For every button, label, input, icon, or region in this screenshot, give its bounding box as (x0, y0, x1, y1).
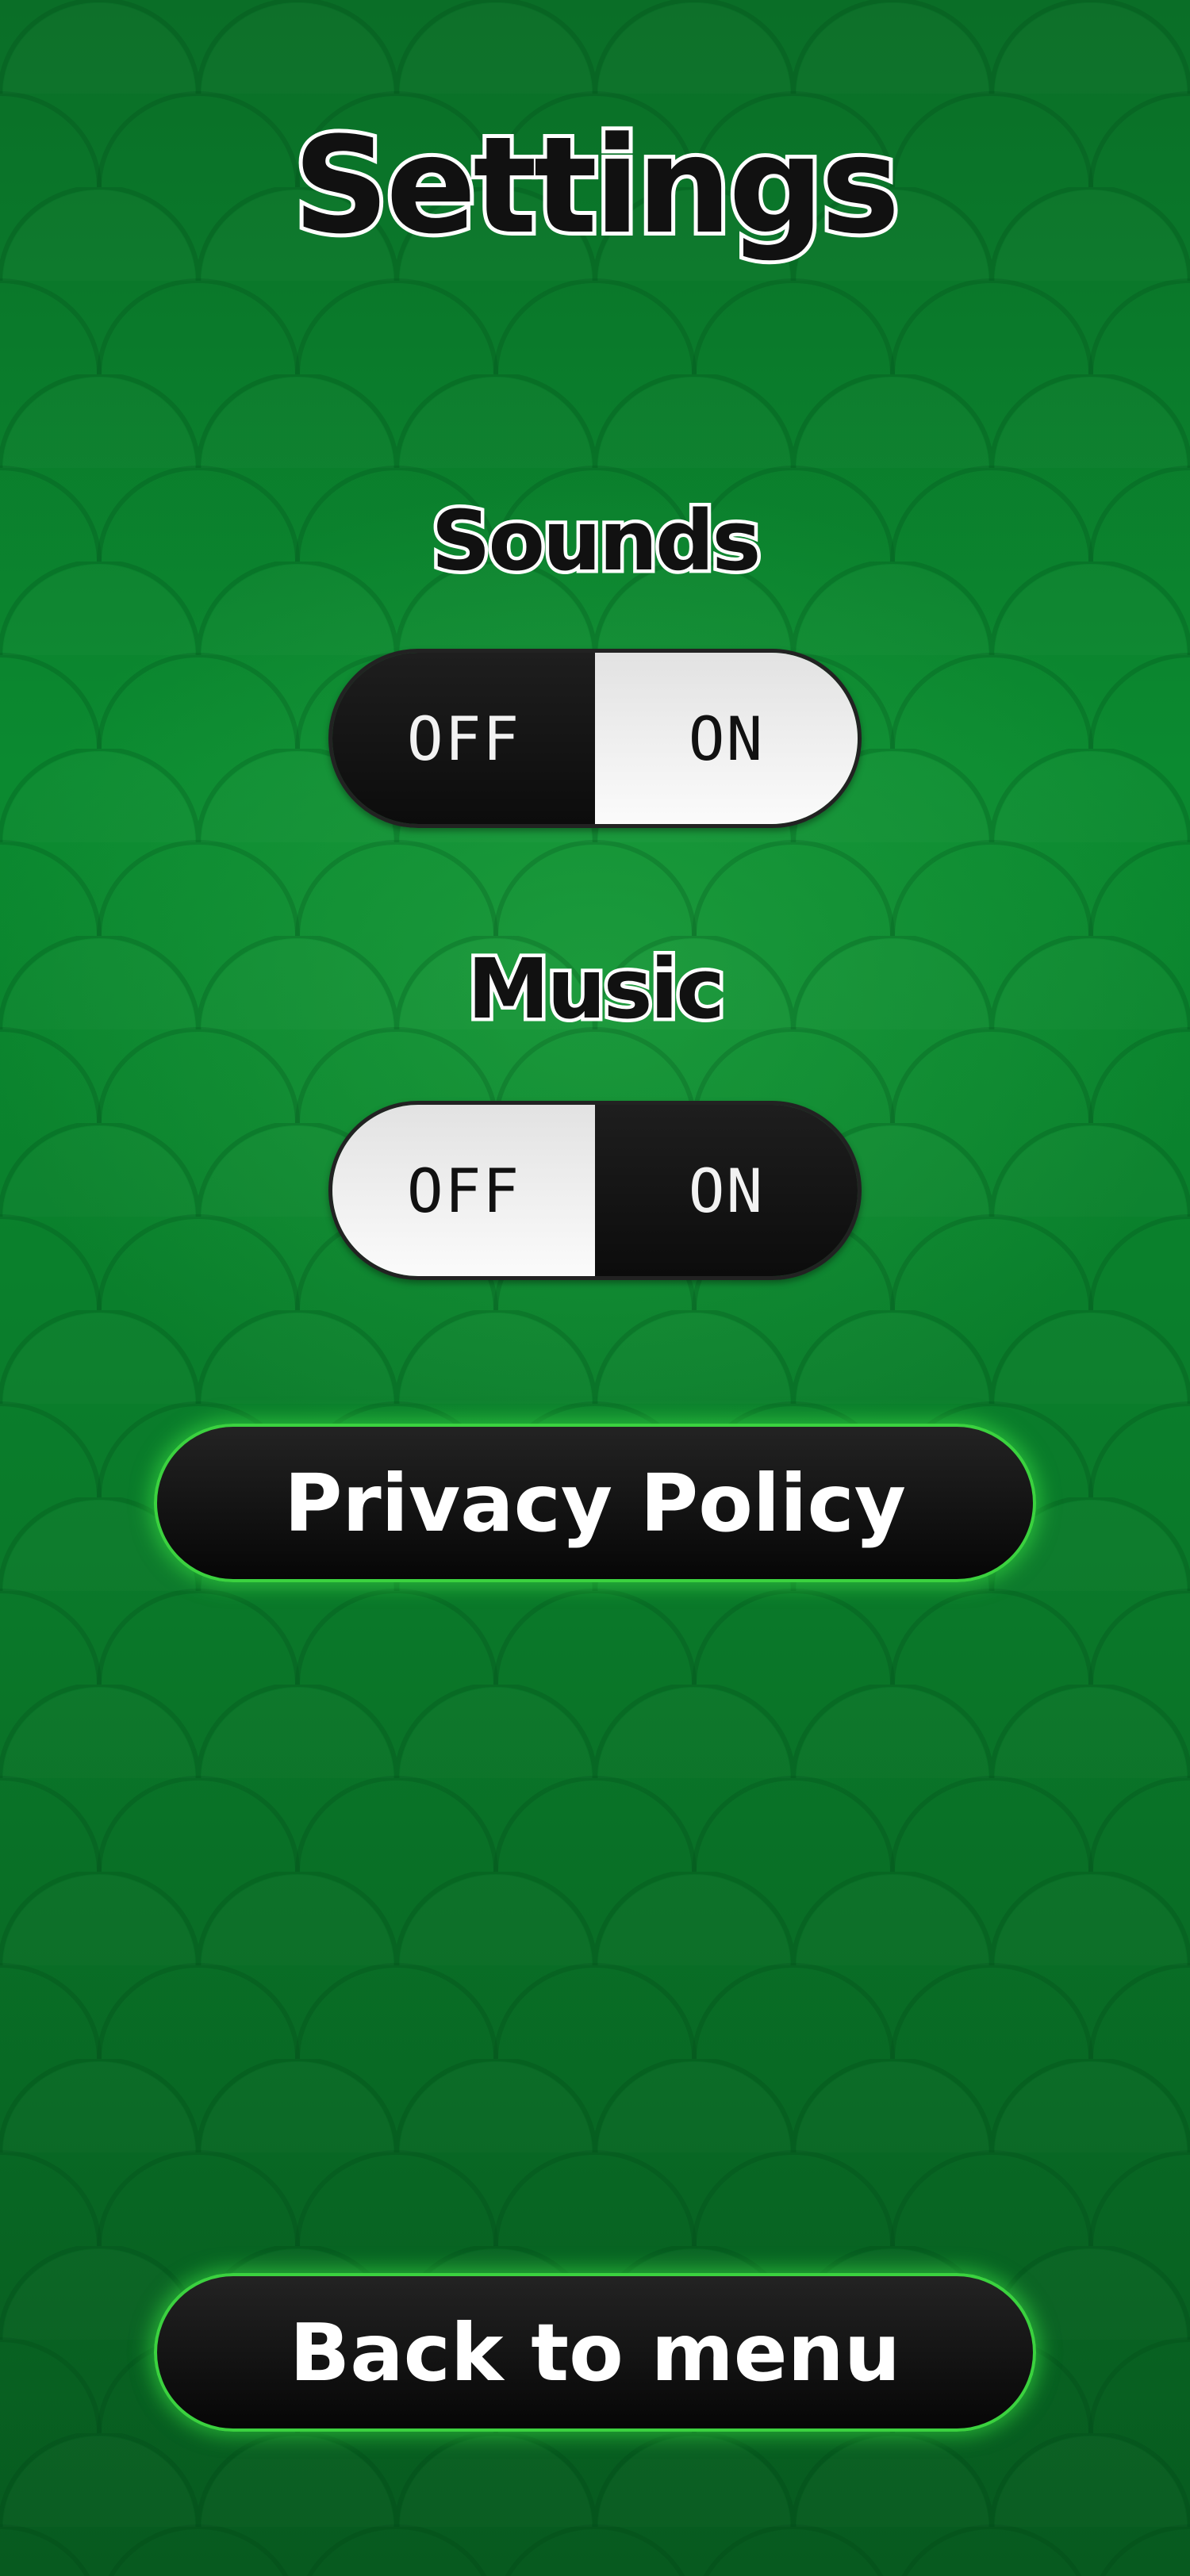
sounds-label: Sounds (428, 493, 765, 589)
sounds-toggle[interactable]: OFF ON (328, 649, 862, 828)
sounds-on-option[interactable]: ON (595, 653, 858, 824)
music-on-option[interactable]: ON (595, 1105, 858, 1276)
music-toggle[interactable]: OFF ON (328, 1101, 862, 1280)
music-off-option[interactable]: OFF (332, 1105, 595, 1276)
page-title: Settings (290, 108, 904, 263)
music-label: Music (464, 941, 729, 1037)
scale-pattern-background (0, 0, 1190, 2576)
back-to-menu-button[interactable]: Back to menu (154, 2273, 1036, 2432)
sounds-off-option[interactable]: OFF (332, 653, 595, 824)
privacy-policy-button[interactable]: Privacy Policy (154, 1424, 1036, 1582)
